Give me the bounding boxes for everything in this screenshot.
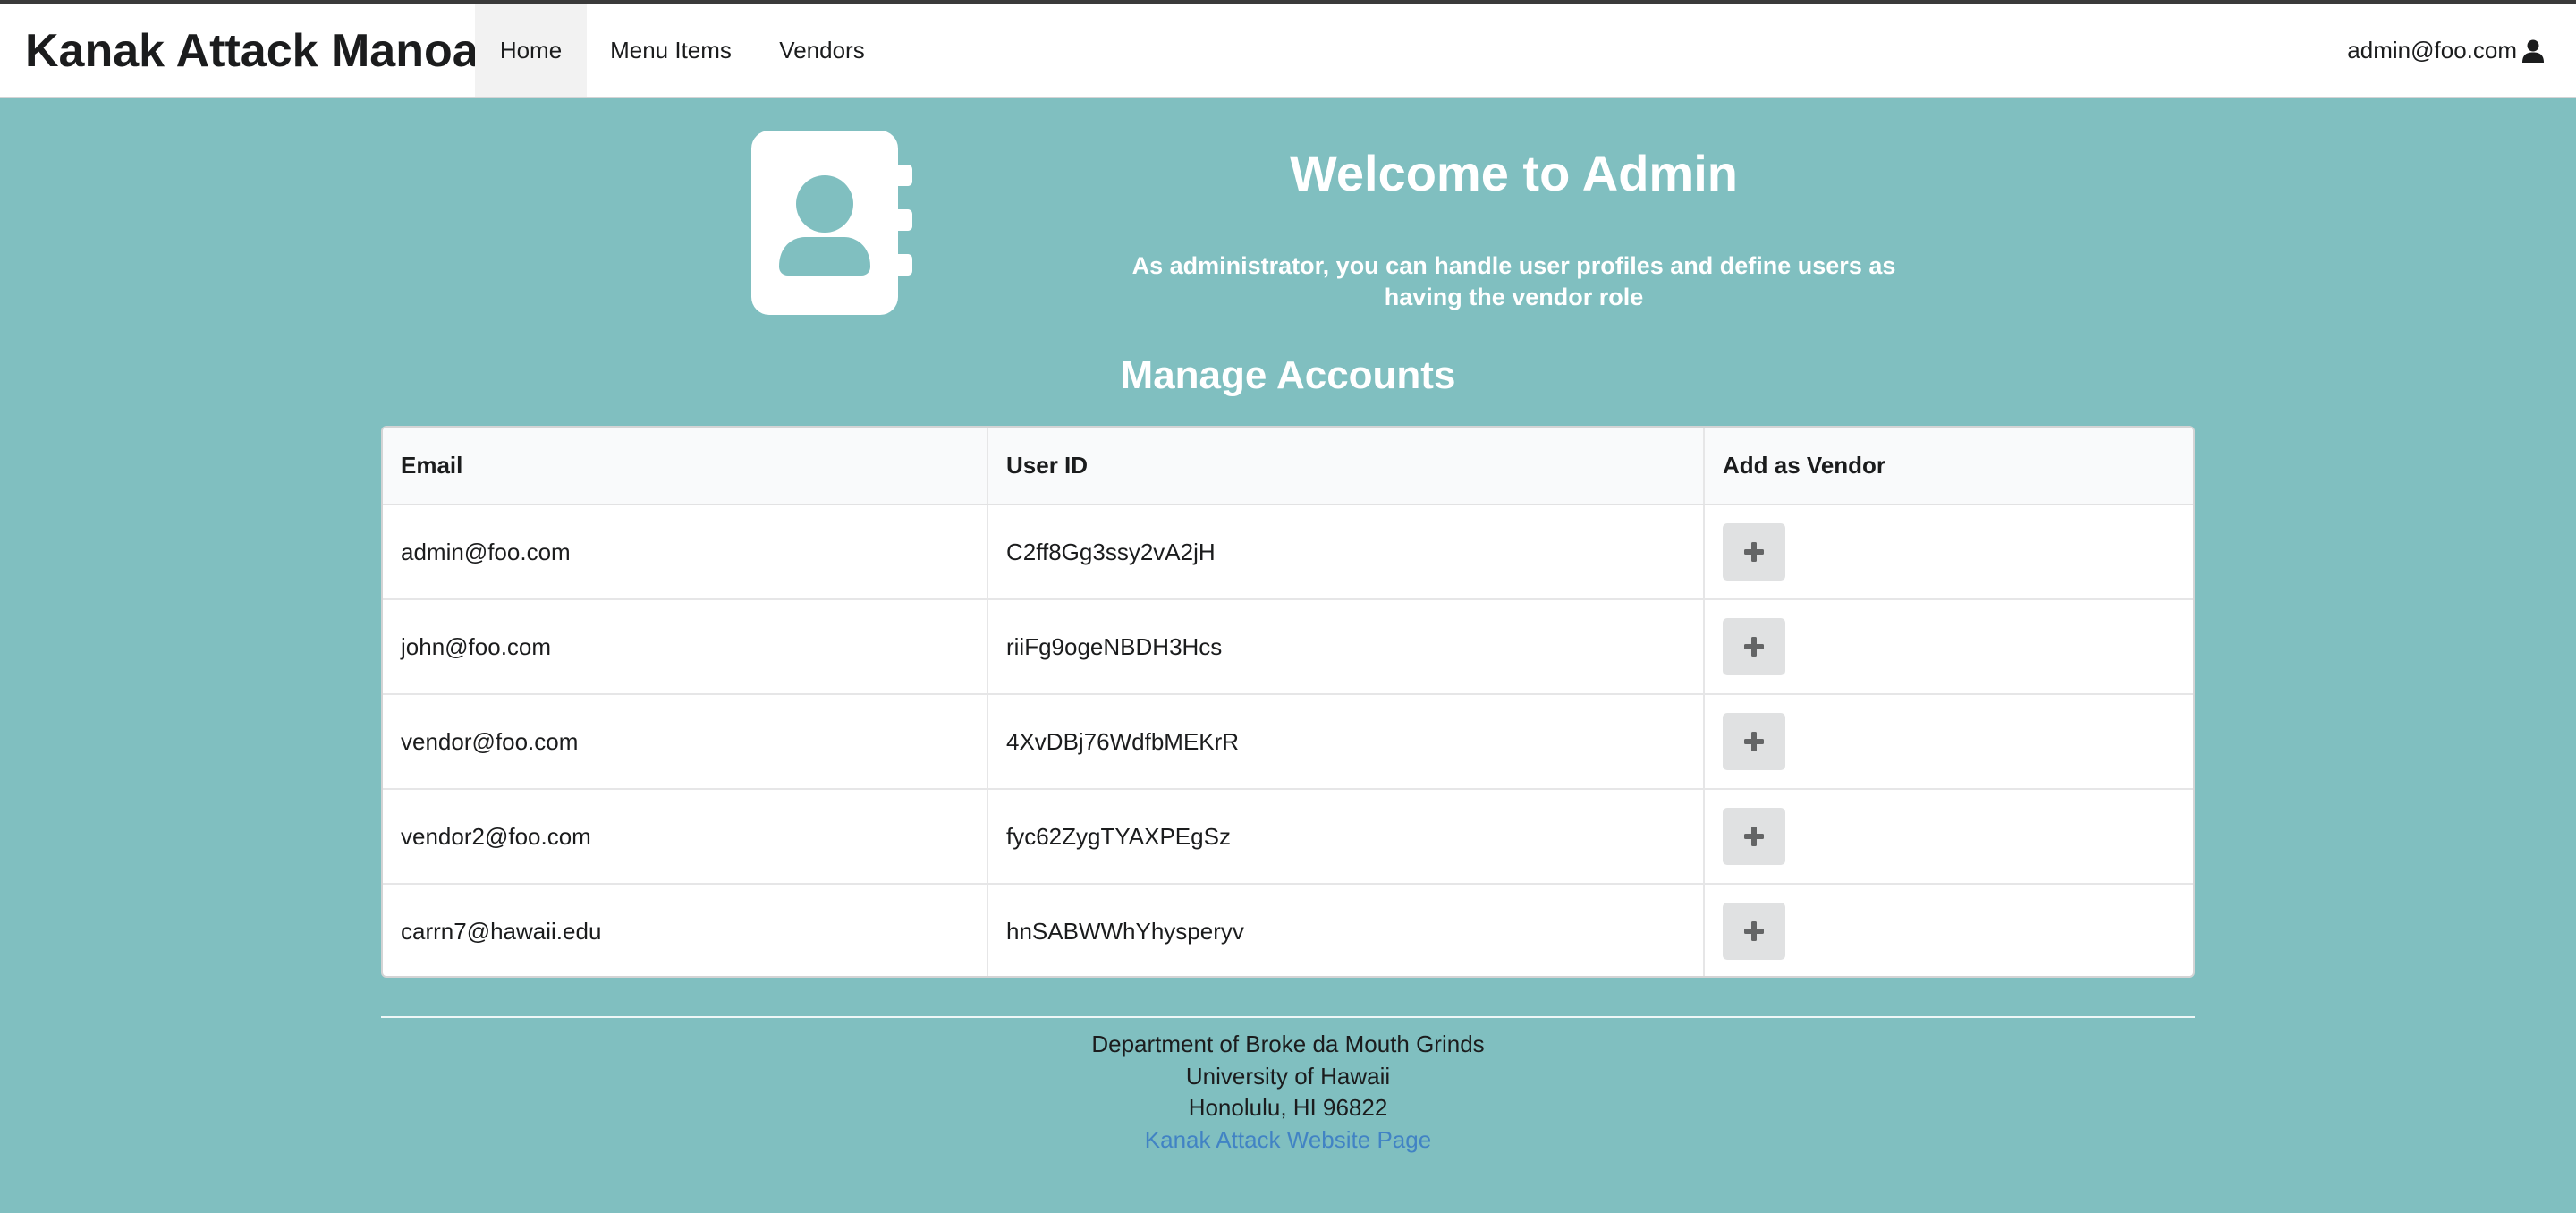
- user-dropdown[interactable]: admin@foo.com: [2347, 4, 2546, 97]
- plus-icon: [1744, 542, 1764, 562]
- plus-icon: [1744, 921, 1764, 941]
- cell-email: john@foo.com: [383, 598, 987, 694]
- table-header-row: Email User ID Add as Vendor: [383, 428, 2193, 505]
- page-title: Welcome to Admin: [1290, 145, 1738, 201]
- cell-email: admin@foo.com: [401, 538, 571, 565]
- table-row: admin@foo.com C2ff8Gg3ssy2vA2jH: [383, 505, 2193, 599]
- cell-action: [1703, 598, 2193, 694]
- column-header-email: Email: [383, 428, 987, 505]
- top-menu: Kanak Attack Manoa Home Menu Items Vendo…: [0, 4, 2576, 98]
- cell-user-id: riiFg9ogeNBDH3Hcs: [987, 598, 1704, 694]
- plus-icon: [1744, 827, 1764, 846]
- accounts-table: Email User ID Add as Vendor admin@foo.co…: [381, 426, 2195, 978]
- footer-university: University of Hawaii: [1185, 1062, 1391, 1090]
- cell-email: vendor2@foo.com: [383, 788, 987, 884]
- user-email: admin@foo.com: [2347, 37, 2517, 64]
- table-row: vendor2@foo.com fyc62ZygTYAXPEgSz: [383, 788, 2193, 884]
- footer-divider: [381, 1016, 2195, 1018]
- add-vendor-button[interactable]: [1723, 523, 1785, 581]
- add-vendor-button[interactable]: [1723, 713, 1785, 770]
- plus-icon: [1744, 637, 1764, 657]
- cell-user-id: C2ff8Gg3ssy2vA2jH: [987, 505, 1704, 599]
- nav-home[interactable]: Home: [475, 4, 587, 97]
- address-book-icon: [751, 131, 912, 315]
- table-row: carrn7@hawaii.edu hnSABWWhYhysperyv: [383, 883, 2193, 976]
- cell-email: carrn7@hawaii.edu: [383, 883, 987, 976]
- nav-menu-items[interactable]: Menu Items: [587, 4, 755, 97]
- column-header-add-vendor: Add as Vendor: [1703, 428, 2193, 505]
- add-vendor-button[interactable]: [1723, 808, 1785, 865]
- brand-title[interactable]: Kanak Attack Manoa: [25, 4, 479, 98]
- table-row: vendor@foo.com 4XvDBj76WdfbMEKrR: [383, 693, 2193, 789]
- plus-icon: [1744, 732, 1764, 751]
- add-vendor-button[interactable]: [1723, 903, 1785, 960]
- user-icon: [2521, 38, 2546, 64]
- table-row: john@foo.com riiFg9ogeNBDH3Hcs: [383, 598, 2193, 694]
- page-subtitle: As administrator, you can handle user pr…: [1131, 252, 1896, 310]
- cell-action: [1703, 693, 2193, 789]
- footer-address: Honolulu, HI 96822: [1188, 1094, 1388, 1121]
- cell-user-id: hnSABWWhYhysperyv: [987, 883, 1704, 976]
- nav-vendors[interactable]: Vendors: [755, 4, 889, 97]
- cell-action: [1703, 883, 2193, 976]
- footer-website-link[interactable]: Kanak Attack Website Page: [1145, 1126, 1431, 1153]
- cell-email: vendor@foo.com: [383, 693, 987, 789]
- footer: Department of Broke da Mouth Grinds Univ…: [0, 1029, 2576, 1156]
- cell-action: [1703, 505, 2193, 599]
- cell-user-id: 4XvDBj76WdfbMEKrR: [987, 693, 1704, 789]
- section-title: Manage Accounts: [1120, 353, 1456, 397]
- add-vendor-button[interactable]: [1723, 618, 1785, 675]
- column-header-user-id: User ID: [987, 428, 1704, 505]
- cell-user-id: fyc62ZygTYAXPEgSz: [987, 788, 1704, 884]
- footer-department: Department of Broke da Mouth Grinds: [1091, 1031, 1485, 1057]
- cell-action: [1703, 788, 2193, 884]
